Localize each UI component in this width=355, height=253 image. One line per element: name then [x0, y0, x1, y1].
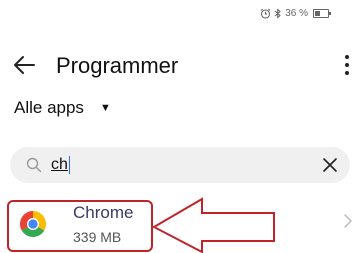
caret-down-icon: ▼ — [99, 102, 111, 114]
app-size: 339 MB — [73, 229, 122, 245]
filter-label: Alle apps — [14, 98, 84, 117]
battery-percent: 36 % — [285, 7, 308, 19]
battery-icon — [313, 8, 331, 18]
more-vertical-icon[interactable] — [341, 50, 353, 80]
bluetooth-icon — [274, 7, 281, 19]
search-icon — [26, 157, 42, 173]
app-bar: Programmer — [0, 44, 355, 84]
search-input[interactable]: ch — [10, 147, 350, 183]
status-bar: 36 % — [260, 6, 331, 20]
page-title: Programmer — [56, 53, 179, 78]
chevron-right-icon[interactable] — [343, 212, 353, 230]
alarm-icon — [260, 8, 271, 19]
search-value: ch — [51, 156, 68, 173]
annotation-arrow-icon — [151, 197, 275, 253]
app-name: Chrome — [73, 203, 134, 222]
text-cursor — [68, 156, 70, 174]
close-icon[interactable] — [320, 155, 340, 175]
app-filter-dropdown[interactable]: Alle apps ▼ — [14, 98, 111, 118]
chrome-icon — [19, 211, 47, 238]
back-arrow-icon[interactable] — [10, 52, 38, 78]
